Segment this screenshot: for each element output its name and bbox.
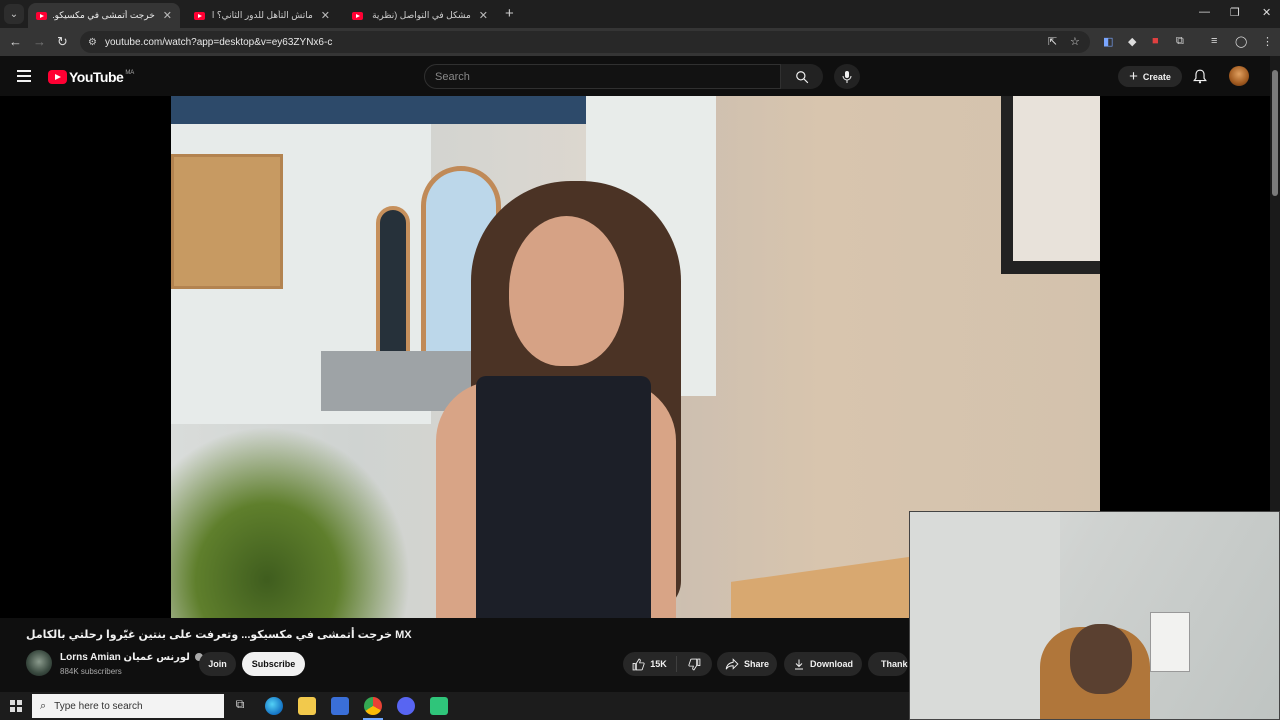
youtube-favicon-icon (36, 11, 47, 20)
minimize-icon[interactable]: — (1199, 6, 1210, 18)
thanks-button[interactable]: $ Thanks (868, 652, 908, 676)
file-explorer-icon[interactable] (298, 697, 316, 715)
thumbs-down-icon (688, 658, 701, 670)
windows-start-icon[interactable] (10, 700, 22, 712)
share-button[interactable]: Share (717, 652, 777, 676)
taskbar-search-placeholder: Type here to search (54, 700, 143, 712)
search-input[interactable] (435, 70, 780, 83)
channel-avatar[interactable] (26, 650, 52, 676)
download-label: Download (810, 659, 853, 669)
tab-title: مشكل في التواصل (نظرية البراكين (369, 10, 471, 20)
extensions-puzzle-icon[interactable]: ⧉ (1176, 35, 1184, 48)
new-tab-icon[interactable]: + (505, 5, 514, 22)
thumbs-up-icon (632, 658, 645, 670)
youtube-logo[interactable]: YouTube MA (48, 69, 134, 85)
create-label: Create (1142, 71, 1171, 82)
tab-communication[interactable]: مشكل في التواصل (نظرية البراكين ✕ (344, 3, 496, 28)
subscriber-count: 884K subscribers (60, 667, 122, 676)
tab-search-button[interactable]: ⌄ (4, 4, 24, 24)
site-info-icon[interactable]: ⚙ (88, 37, 97, 48)
channel-name[interactable]: Lorns Amian لورنس عميان (60, 652, 190, 663)
like-dislike-group: 15K (623, 652, 712, 676)
notifications-bell-icon[interactable] (1193, 69, 1207, 84)
discord-icon[interactable] (397, 697, 415, 715)
search-button[interactable] (781, 64, 823, 89)
scrollbar-thumb[interactable] (1272, 70, 1278, 196)
webcam-overlay (909, 511, 1280, 720)
download-icon (795, 659, 803, 669)
channel-name-row[interactable]: Lorns Amian لورنس عميان (60, 652, 203, 663)
join-button[interactable]: Join (199, 652, 236, 676)
translate-extension-icon[interactable]: ◧ (1103, 35, 1113, 48)
logo-text: YouTube (69, 69, 124, 85)
url-text: youtube.com/watch?app=desktop&v=ey63ZYNx… (104, 36, 333, 48)
task-view-icon[interactable]: ⧉ (231, 697, 249, 715)
youtube-play-icon (48, 70, 67, 84)
search-icon: ⌕ (40, 699, 47, 712)
close-tab-icon[interactable]: ✕ (321, 9, 330, 22)
share-label: Share (743, 659, 769, 669)
voice-search-button[interactable] (834, 64, 860, 89)
tab-title: خرجت أتمشى في مكسيكو... (53, 10, 155, 20)
youtube-favicon-icon (194, 11, 205, 20)
account-avatar[interactable] (1229, 66, 1249, 86)
youtube-header: YouTube MA + Create (0, 56, 1280, 96)
menu-kebab-icon[interactable]: ⋮ (1262, 35, 1273, 48)
profile-icon[interactable]: ◯ (1235, 35, 1247, 48)
subscribe-button[interactable]: Subscribe (242, 652, 305, 676)
edge-browser-icon[interactable] (265, 697, 283, 715)
youtube-favicon-icon (352, 11, 363, 20)
reload-icon[interactable]: ↻ (57, 34, 68, 50)
download-button[interactable]: Download (784, 652, 862, 676)
restore-icon[interactable]: ❐ (1230, 6, 1240, 19)
bookmark-star-icon[interactable]: ☆ (1070, 35, 1080, 48)
dislike-button[interactable] (677, 658, 712, 671)
guide-menu-icon[interactable] (17, 70, 31, 85)
share-arrow-icon (725, 658, 739, 670)
media-control-icon[interactable]: ≡ (1211, 35, 1217, 47)
close-window-icon[interactable]: ✕ (1262, 6, 1271, 19)
search-icon (796, 70, 809, 83)
browser-tabstrip: ⌄ خرجت أتمشى في مكسيكو... ✕ ماتش التأهل … (0, 0, 1280, 28)
close-tab-icon[interactable]: ✕ (163, 9, 172, 22)
address-bar[interactable]: ⚙ youtube.com/watch?app=desktop&v=ey63ZY… (80, 31, 1090, 53)
extension-diamond-icon[interactable]: ◆ (1128, 35, 1136, 48)
create-button[interactable]: + Create (1118, 66, 1182, 87)
thanks-label: Thanks (881, 659, 908, 669)
plus-icon: + (1129, 68, 1138, 85)
install-app-icon[interactable]: ⇱ (1048, 35, 1057, 48)
chrome-browser-icon[interactable] (364, 697, 382, 715)
forward-icon[interactable]: → (33, 34, 46, 49)
country-code: MA (125, 70, 135, 76)
green-app-icon[interactable] (430, 697, 448, 715)
video-title: خرجت أتمشى في مكسيكو... وتعرفت على بنتين… (26, 629, 412, 641)
back-icon[interactable]: ← (9, 34, 22, 49)
taskbar-search[interactable]: ⌕ Type here to search (32, 694, 224, 718)
microphone-icon (842, 70, 852, 83)
like-button[interactable]: 15K (623, 656, 677, 672)
extension-red-icon[interactable]: ■ (1152, 35, 1159, 47)
browser-toolbar: ← → ↻ ⚙ youtube.com/watch?app=desktop&v=… (0, 28, 1280, 56)
close-tab-icon[interactable]: ✕ (479, 9, 488, 22)
like-count: 15K (650, 659, 667, 669)
tab-match[interactable]: ماتش التأهل للدور الثاني؟ التشكيلة ✕ (186, 3, 338, 28)
tab-video-mexico[interactable]: خرجت أتمشى في مكسيكو... ✕ (28, 3, 180, 28)
tab-title: ماتش التأهل للدور الثاني؟ التشكيلة (211, 10, 313, 20)
store-icon[interactable] (331, 697, 349, 715)
search-box (424, 64, 781, 89)
